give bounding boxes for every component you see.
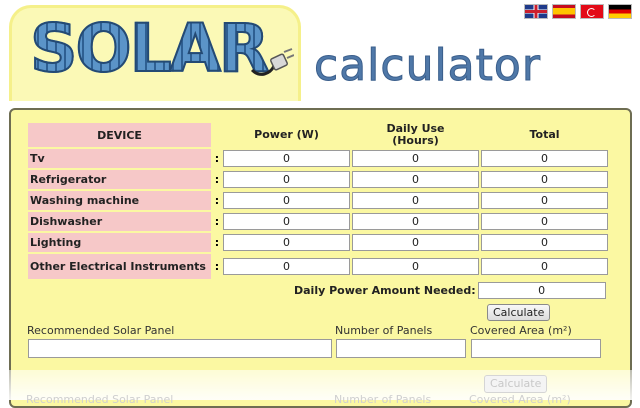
device-header: DEVICE [28,123,211,147]
device-name: Refrigerator [28,170,211,189]
reflection-calculate-button: Calculate [484,375,548,393]
language-flags [524,4,632,19]
recommended-panel-field[interactable] [28,339,332,358]
number-of-panels-field[interactable] [336,339,466,358]
device-table: DEVICE Power (W) Daily Use (Hours) Total… [26,121,610,281]
device-name: Other Electrical Instruments [28,254,211,279]
calculator-title: calculator [314,40,541,92]
hours-input[interactable] [352,234,479,251]
calculate-button[interactable]: Calculate [487,304,551,321]
total-input[interactable] [481,192,608,209]
spain-flag-icon[interactable] [552,4,576,19]
device-name: Washing machine [28,191,211,210]
covered-area-field[interactable] [471,339,601,358]
table-row: Dishwasher : [28,212,608,231]
table-row: Tv : [28,149,608,168]
calculator-panel: DEVICE Power (W) Daily Use (Hours) Total… [9,108,632,408]
table-row: Lighting : [28,233,608,252]
hours-input[interactable] [352,258,479,275]
table-row: Other Electrical Instruments : [28,254,608,279]
separator: : [214,173,220,186]
recommended-panel-label: Recommended Solar Panel [27,324,175,337]
daily-power-input[interactable] [477,282,606,299]
turkey-flag-icon[interactable] [580,4,604,19]
daily-use-header-line2: (Hours) [392,134,439,147]
table-row: Refrigerator : [28,170,608,189]
total-input[interactable] [481,258,608,275]
germany-flag-icon[interactable] [608,4,632,19]
power-input[interactable] [223,171,350,188]
power-header: Power (W) [254,128,319,141]
separator: : [214,194,220,207]
table-row: Washing machine : [28,191,608,210]
device-name: Dishwasher [28,212,211,231]
power-input[interactable] [223,192,350,209]
plug-icon [250,48,294,76]
solar-logo: SOLAR [29,9,271,88]
total-input[interactable] [481,171,608,188]
hours-input[interactable] [352,171,479,188]
separator: : [214,260,220,273]
total-header: Total [529,128,560,141]
uk-flag-icon[interactable] [524,4,548,19]
total-input[interactable] [481,150,608,167]
power-input[interactable] [223,213,350,230]
device-name: Tv [28,149,211,168]
power-input[interactable] [223,258,350,275]
separator: : [214,215,220,228]
total-input[interactable] [481,234,608,251]
power-input[interactable] [223,150,350,167]
hours-input[interactable] [352,192,479,209]
logo-box: SOLAR [9,5,301,101]
device-name: Lighting [28,233,211,252]
hours-input[interactable] [352,213,479,230]
table-header-row: DEVICE Power (W) Daily Use (Hours) Total [28,123,608,147]
number-of-panels-label: Number of Panels [335,324,433,337]
power-input[interactable] [223,234,350,251]
hours-input[interactable] [352,150,479,167]
daily-power-row: Daily Power Amount Needed: [294,282,606,299]
separator: : [214,152,220,165]
daily-use-header: Daily Use (Hours) [352,123,479,147]
daily-power-label: Daily Power Amount Needed: [294,284,476,297]
total-input[interactable] [481,213,608,230]
covered-area-label: Covered Area (m²) [470,324,572,337]
separator: : [214,236,220,249]
